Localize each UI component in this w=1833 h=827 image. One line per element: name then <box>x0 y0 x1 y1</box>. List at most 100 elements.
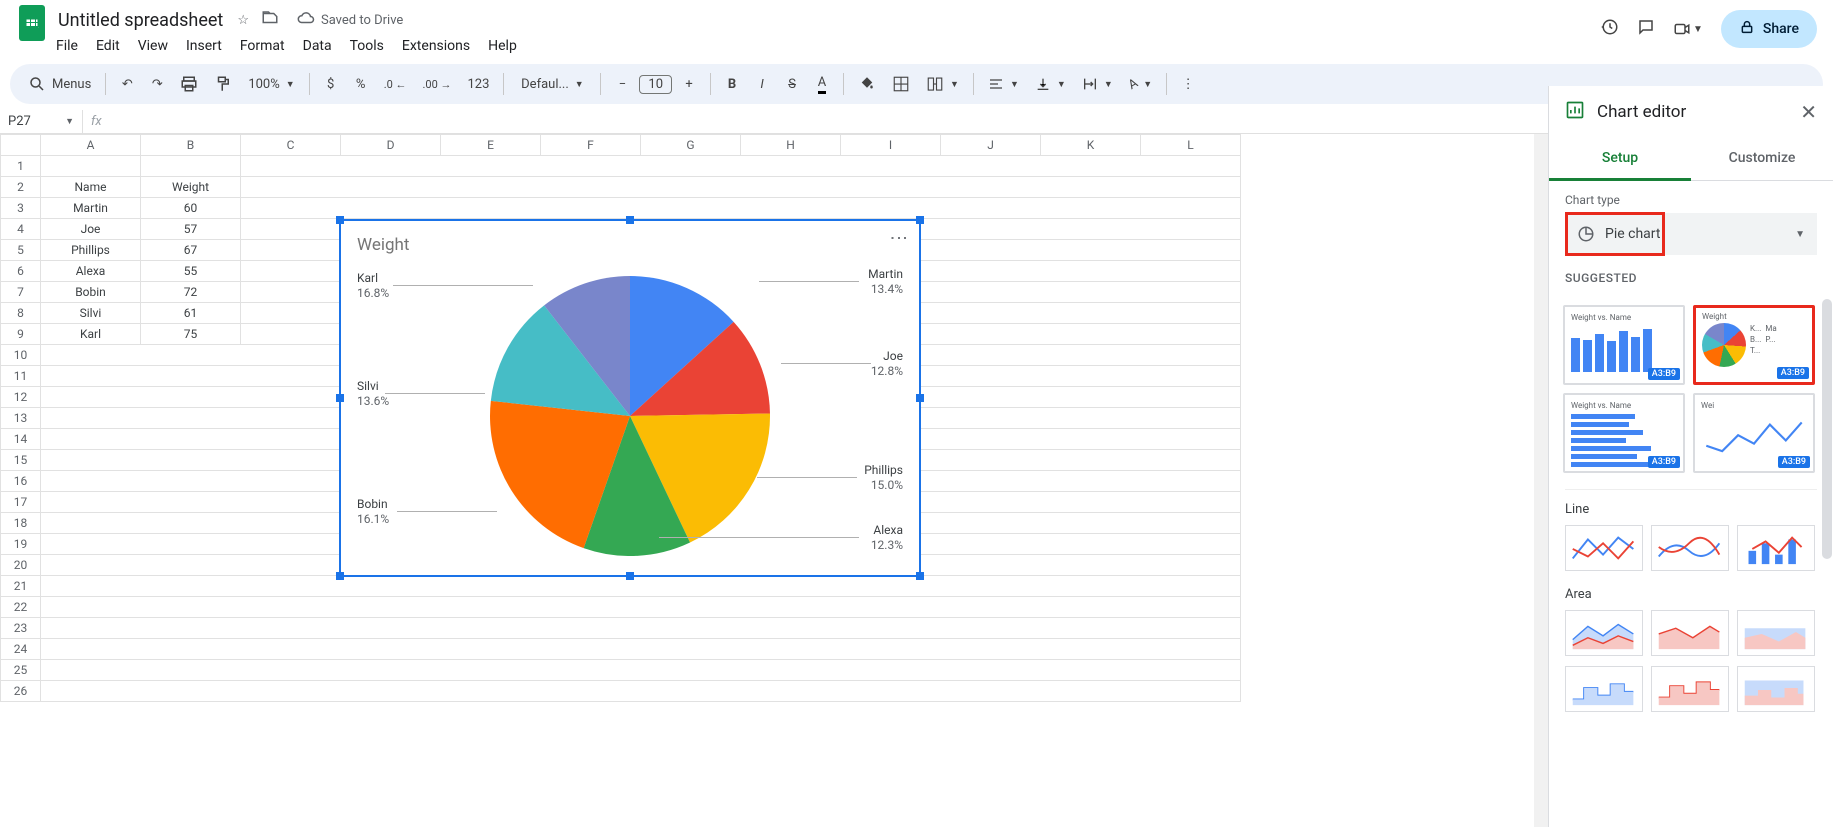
stacked-area-option[interactable] <box>1651 610 1729 656</box>
menu-format[interactable]: Format <box>232 34 293 58</box>
row-header[interactable]: 14 <box>1 429 41 450</box>
area-chart-option[interactable] <box>1565 610 1643 656</box>
editor-scrollbar[interactable] <box>1822 289 1832 827</box>
stacked-stepped-option[interactable] <box>1651 666 1729 712</box>
col-header[interactable]: C <box>241 135 341 156</box>
save-status[interactable]: Saved to Drive <box>321 13 403 28</box>
row-header[interactable]: 2 <box>1 177 41 198</box>
col-header[interactable]: I <box>841 135 941 156</box>
suggested-thumb-line[interactable]: Wei A3:B9 <box>1693 393 1815 473</box>
cell[interactable]: Weight <box>141 177 241 198</box>
print-button[interactable] <box>174 70 204 98</box>
cell[interactable]: 55 <box>141 261 241 282</box>
tab-setup[interactable]: Setup <box>1549 138 1691 181</box>
chart-title[interactable]: Weight <box>357 235 409 255</box>
borders-button[interactable] <box>886 70 916 98</box>
col-header[interactable]: L <box>1141 135 1241 156</box>
redo-button[interactable]: ↷ <box>144 70 170 98</box>
paint-format-button[interactable] <box>208 70 238 98</box>
row-header[interactable]: 23 <box>1 618 41 639</box>
name-box[interactable]: P27▼ <box>0 114 82 129</box>
text-color-button[interactable]: A <box>809 70 835 98</box>
italic-button[interactable]: I <box>749 70 775 98</box>
more-tools[interactable]: ⋮ <box>1175 70 1201 98</box>
resize-handle[interactable] <box>626 572 634 580</box>
rotate-button[interactable]: A▼ <box>1123 70 1158 98</box>
format-percent[interactable]: % <box>348 70 374 98</box>
font-size-decrease[interactable]: − <box>609 70 635 98</box>
font-size-increase[interactable]: + <box>676 70 702 98</box>
menu-data[interactable]: Data <box>295 34 340 58</box>
stepped-area-option[interactable] <box>1565 666 1643 712</box>
embedded-chart[interactable]: Weight ⋮ Martin13.4% Joe12.8% Phillips15… <box>339 219 921 577</box>
decrease-decimal[interactable]: .0 ← <box>378 70 413 98</box>
select-all-corner[interactable] <box>1 135 41 156</box>
menu-tools[interactable]: Tools <box>342 34 392 58</box>
row-header[interactable]: 18 <box>1 513 41 534</box>
col-header[interactable]: G <box>641 135 741 156</box>
suggested-thumb-bar[interactable]: Weight vs. Name A3:B9 <box>1563 393 1685 473</box>
row-header[interactable]: 6 <box>1 261 41 282</box>
cell[interactable]: 61 <box>141 303 241 324</box>
row-header[interactable]: 25 <box>1 660 41 681</box>
sheets-logo-icon[interactable] <box>19 5 45 41</box>
search-menus[interactable]: Menus <box>22 70 97 98</box>
star-icon[interactable]: ☆ <box>237 13 249 28</box>
history-icon[interactable] <box>1601 18 1619 40</box>
cell[interactable]: Phillips <box>41 240 141 261</box>
resize-handle[interactable] <box>626 216 634 224</box>
undo-button[interactable]: ↶ <box>114 70 140 98</box>
row-header[interactable]: 11 <box>1 366 41 387</box>
wrap-button[interactable]: ▼ <box>1076 70 1119 98</box>
resize-handle[interactable] <box>336 394 344 402</box>
row-header[interactable]: 12 <box>1 387 41 408</box>
format-currency[interactable]: $ <box>318 70 344 98</box>
row-header[interactable]: 19 <box>1 534 41 555</box>
cell[interactable]: Alexa <box>41 261 141 282</box>
line-chart-option[interactable] <box>1565 525 1643 571</box>
row-header[interactable]: 1 <box>1 156 41 177</box>
merge-button[interactable]: ▼ <box>920 70 965 98</box>
vertical-scrollbar[interactable] <box>1534 134 1548 827</box>
row-header[interactable]: 4 <box>1 219 41 240</box>
row-header[interactable]: 8 <box>1 303 41 324</box>
row-header[interactable]: 13 <box>1 408 41 429</box>
suggested-thumb-column[interactable]: Weight vs. Name A3:B9 <box>1563 305 1685 385</box>
menu-file[interactable]: File <box>48 34 86 58</box>
move-icon[interactable] <box>261 9 279 31</box>
suggested-thumb-pie[interactable]: Weight K... B... T... Ma <box>1693 305 1815 385</box>
row-header[interactable]: 3 <box>1 198 41 219</box>
font-size-input[interactable]: 10 <box>639 75 672 94</box>
comments-icon[interactable] <box>1637 18 1655 40</box>
col-header[interactable]: A <box>41 135 141 156</box>
menu-insert[interactable]: Insert <box>178 34 230 58</box>
row-header[interactable]: 9 <box>1 324 41 345</box>
cell[interactable]: 57 <box>141 219 241 240</box>
row-header[interactable]: 16 <box>1 471 41 492</box>
row-header[interactable]: 5 <box>1 240 41 261</box>
document-title[interactable]: Untitled spreadsheet <box>52 10 229 31</box>
resize-handle[interactable] <box>916 216 924 224</box>
chart-menu-icon[interactable]: ⋮ <box>888 229 909 245</box>
row-header[interactable]: 26 <box>1 681 41 702</box>
row-header[interactable]: 17 <box>1 492 41 513</box>
smooth-line-option[interactable] <box>1651 525 1729 571</box>
row-header[interactable]: 24 <box>1 639 41 660</box>
menu-view[interactable]: View <box>130 34 176 58</box>
resize-handle[interactable] <box>916 572 924 580</box>
format-123[interactable]: 123 <box>462 70 496 98</box>
row-header[interactable]: 10 <box>1 345 41 366</box>
col-header[interactable]: J <box>941 135 1041 156</box>
zoom-dropdown[interactable]: 100%▼ <box>242 70 300 98</box>
cell[interactable]: 72 <box>141 282 241 303</box>
cell[interactable]: Bobin <box>41 282 141 303</box>
chart-type-dropdown[interactable]: Pie chart ▼ <box>1565 213 1817 255</box>
strike-button[interactable]: S <box>779 70 805 98</box>
col-header[interactable]: H <box>741 135 841 156</box>
share-button[interactable]: Share <box>1721 10 1817 48</box>
cell[interactable]: 60 <box>141 198 241 219</box>
cell[interactable]: 75 <box>141 324 241 345</box>
col-header[interactable]: B <box>141 135 241 156</box>
bold-button[interactable]: B <box>719 70 745 98</box>
h-align-button[interactable]: ▼ <box>982 70 1025 98</box>
